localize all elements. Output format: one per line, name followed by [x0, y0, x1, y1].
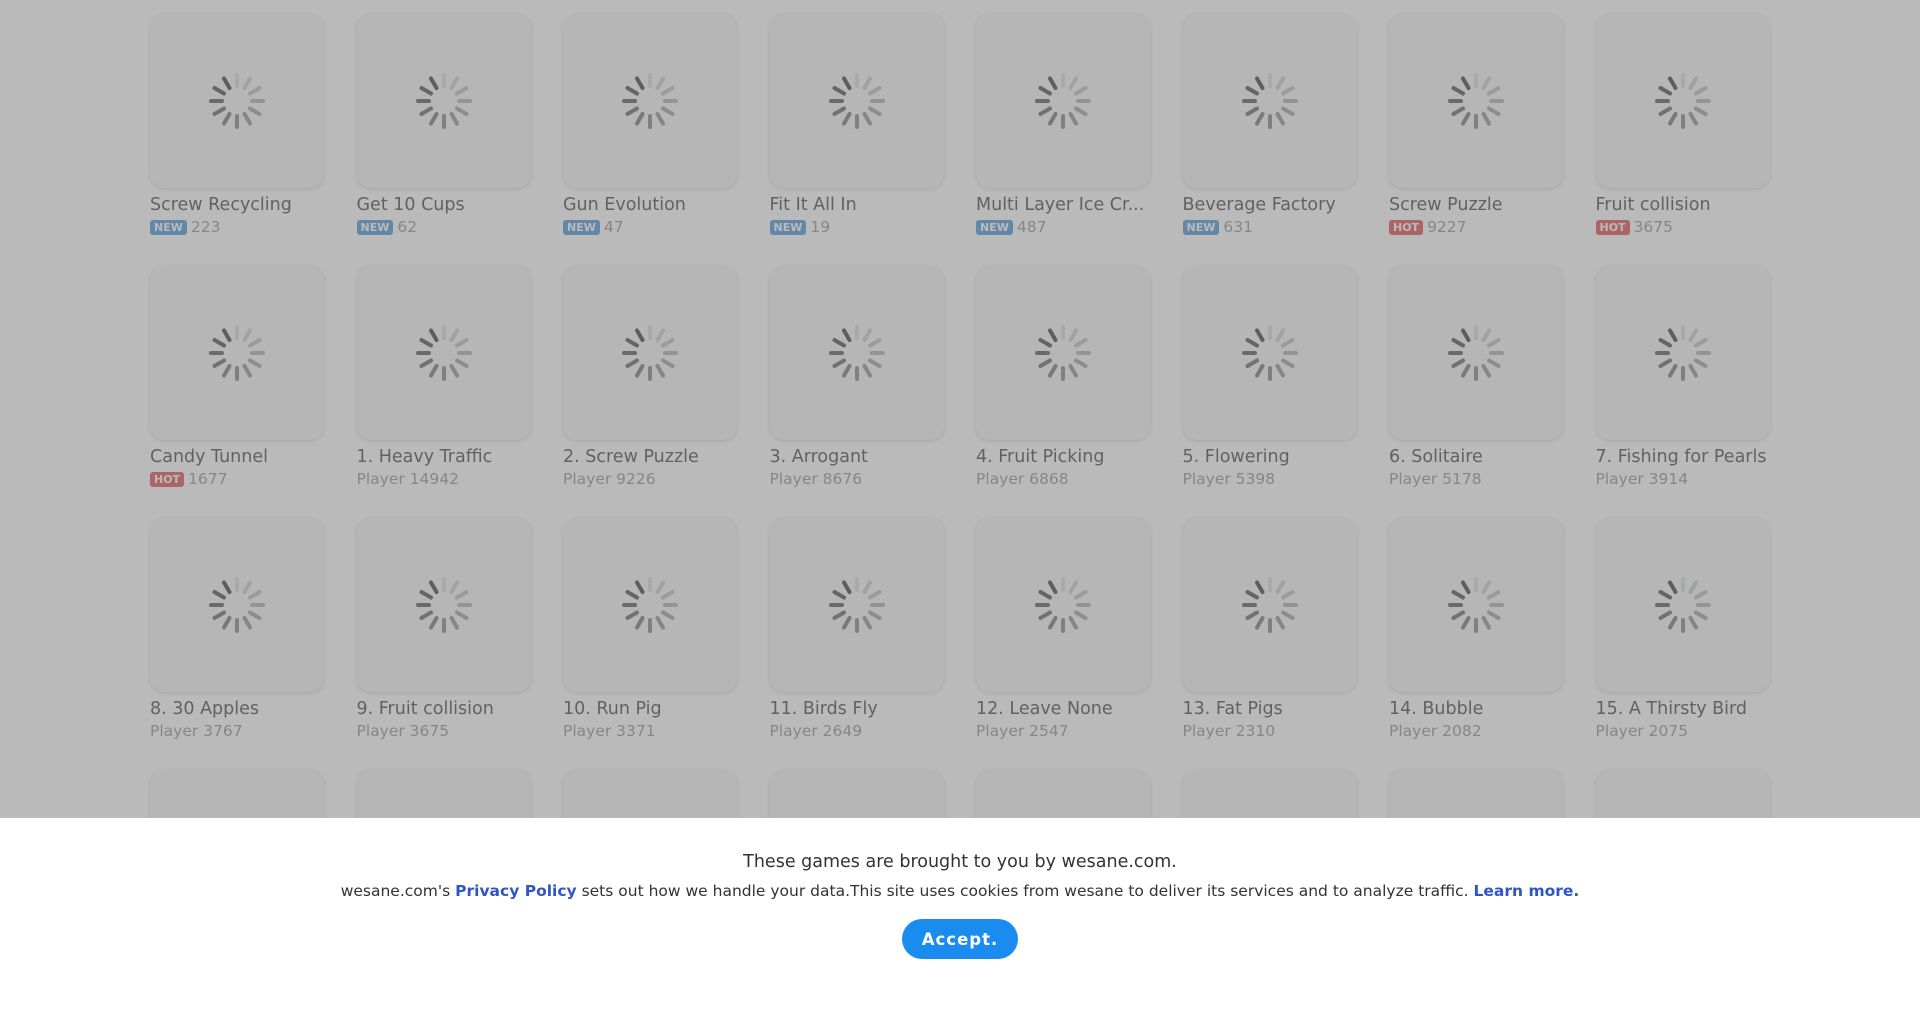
consent-title: These games are brought to you by wesane… [743, 852, 1177, 872]
consent-body: wesane.com's Privacy Policy sets out how… [0, 880, 1920, 902]
cookie-consent-banner: These games are brought to you by wesane… [0, 818, 1920, 993]
consent-body-middle: sets out how we handle your data.This si… [576, 882, 1474, 900]
privacy-policy-link[interactable]: Privacy Policy [455, 882, 577, 900]
accept-button[interactable]: Accept. [902, 919, 1018, 959]
learn-more-link[interactable]: Learn more. [1474, 882, 1580, 900]
consent-body-prefix: wesane.com's [340, 882, 456, 900]
